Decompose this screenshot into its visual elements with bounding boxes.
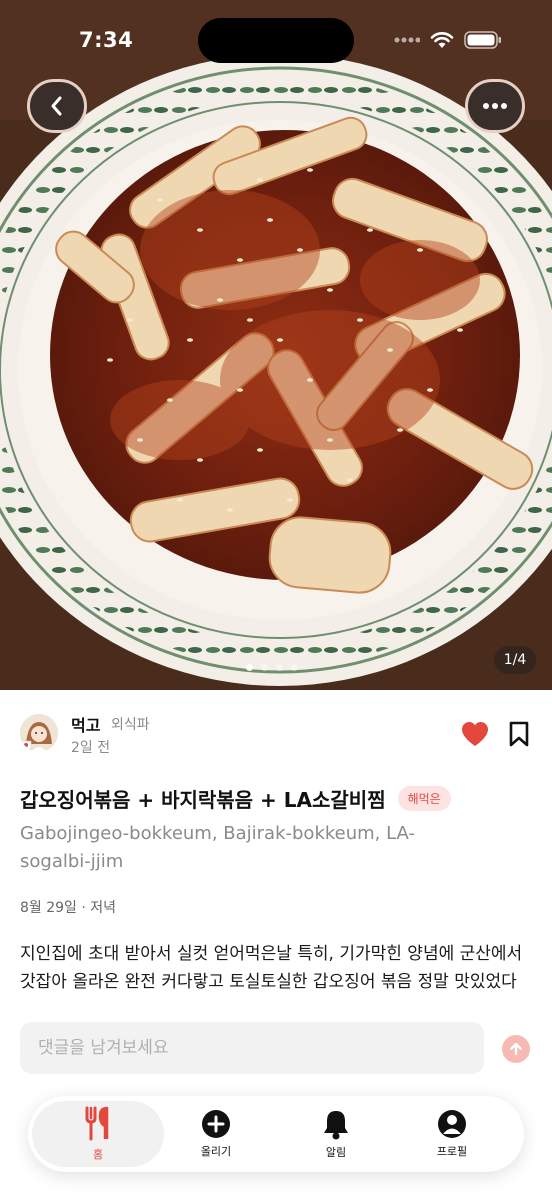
profile-icon — [438, 1110, 466, 1138]
tab-profile-label: 프로필 — [436, 1145, 468, 1158]
avatar-illustration-icon — [20, 714, 58, 752]
tab-upload[interactable]: 올리기 — [168, 1096, 264, 1172]
cooking-type-badge: 해먹은 — [397, 786, 451, 811]
romanized-title: Gabojingeo-bokkeum, Bajirak-bokkeum, LA-… — [20, 823, 415, 872]
status-time: 7:34 — [79, 28, 134, 52]
page-dot — [246, 664, 253, 671]
tab-notifications[interactable]: 알림 — [288, 1096, 384, 1172]
tab-notifications-label: 알림 — [325, 1146, 347, 1159]
hero-photo[interactable]: 7:34 1/4 — [0, 0, 552, 690]
more-dots-icon — [483, 103, 507, 109]
image-page-counter: 1/4 — [494, 646, 536, 674]
author-tag: 외식파 — [111, 717, 150, 733]
arrow-up-icon — [510, 1042, 522, 1056]
plus-circle-icon — [202, 1110, 230, 1138]
tab-home-label: 홈 — [92, 1148, 104, 1161]
status-icons — [394, 30, 502, 50]
comment-input[interactable] — [36, 1037, 484, 1059]
post-body: 지인집에 초대 받아서 실컷 얻어먹은날 특히, 기가막힌 양념에 군산에서 갓… — [20, 944, 523, 992]
bell-icon — [324, 1111, 348, 1140]
chevron-left-icon — [51, 96, 62, 116]
tab-home[interactable]: 홈 — [32, 1101, 164, 1167]
status-bar: 7:34 — [0, 0, 552, 70]
author-row: 먹고 외식파 2일 전 — [20, 712, 532, 758]
bookmark-button[interactable] — [506, 720, 532, 748]
post-title-row: 갑오징어볶음 + 바지락볶음 + LA소갈비찜 해먹은 — [20, 784, 532, 813]
meal-meta: 8월 29일 · 저녁 — [20, 900, 117, 916]
author-name[interactable]: 먹고 — [71, 712, 100, 736]
like-button[interactable] — [460, 720, 490, 748]
tab-upload-label: 올리기 — [200, 1145, 232, 1158]
post-time: 2일 전 — [71, 740, 111, 756]
page-dot — [261, 664, 268, 671]
page-dot — [276, 664, 283, 671]
send-comment-button[interactable] — [502, 1035, 530, 1063]
battery-icon — [464, 31, 501, 49]
fork-knife-icon — [85, 1106, 109, 1141]
post-title: 갑오징어볶음 + 바지락볶음 + LA소갈비찜 — [20, 788, 386, 812]
more-button[interactable] — [465, 79, 525, 133]
back-button[interactable] — [27, 79, 87, 133]
page-dot — [291, 664, 298, 671]
wifi-icon — [430, 32, 454, 48]
comment-box — [20, 1022, 484, 1074]
heart-icon — [462, 722, 488, 746]
author-avatar[interactable] — [20, 714, 58, 752]
tab-profile[interactable]: 프로필 — [404, 1096, 500, 1172]
signal-icon — [394, 37, 420, 43]
bottom-tab-bar: 홈 올리기 알림 프로필 — [28, 1096, 524, 1172]
image-page-dots — [246, 664, 298, 671]
bookmark-icon — [509, 721, 529, 747]
dynamic-island — [198, 18, 354, 63]
